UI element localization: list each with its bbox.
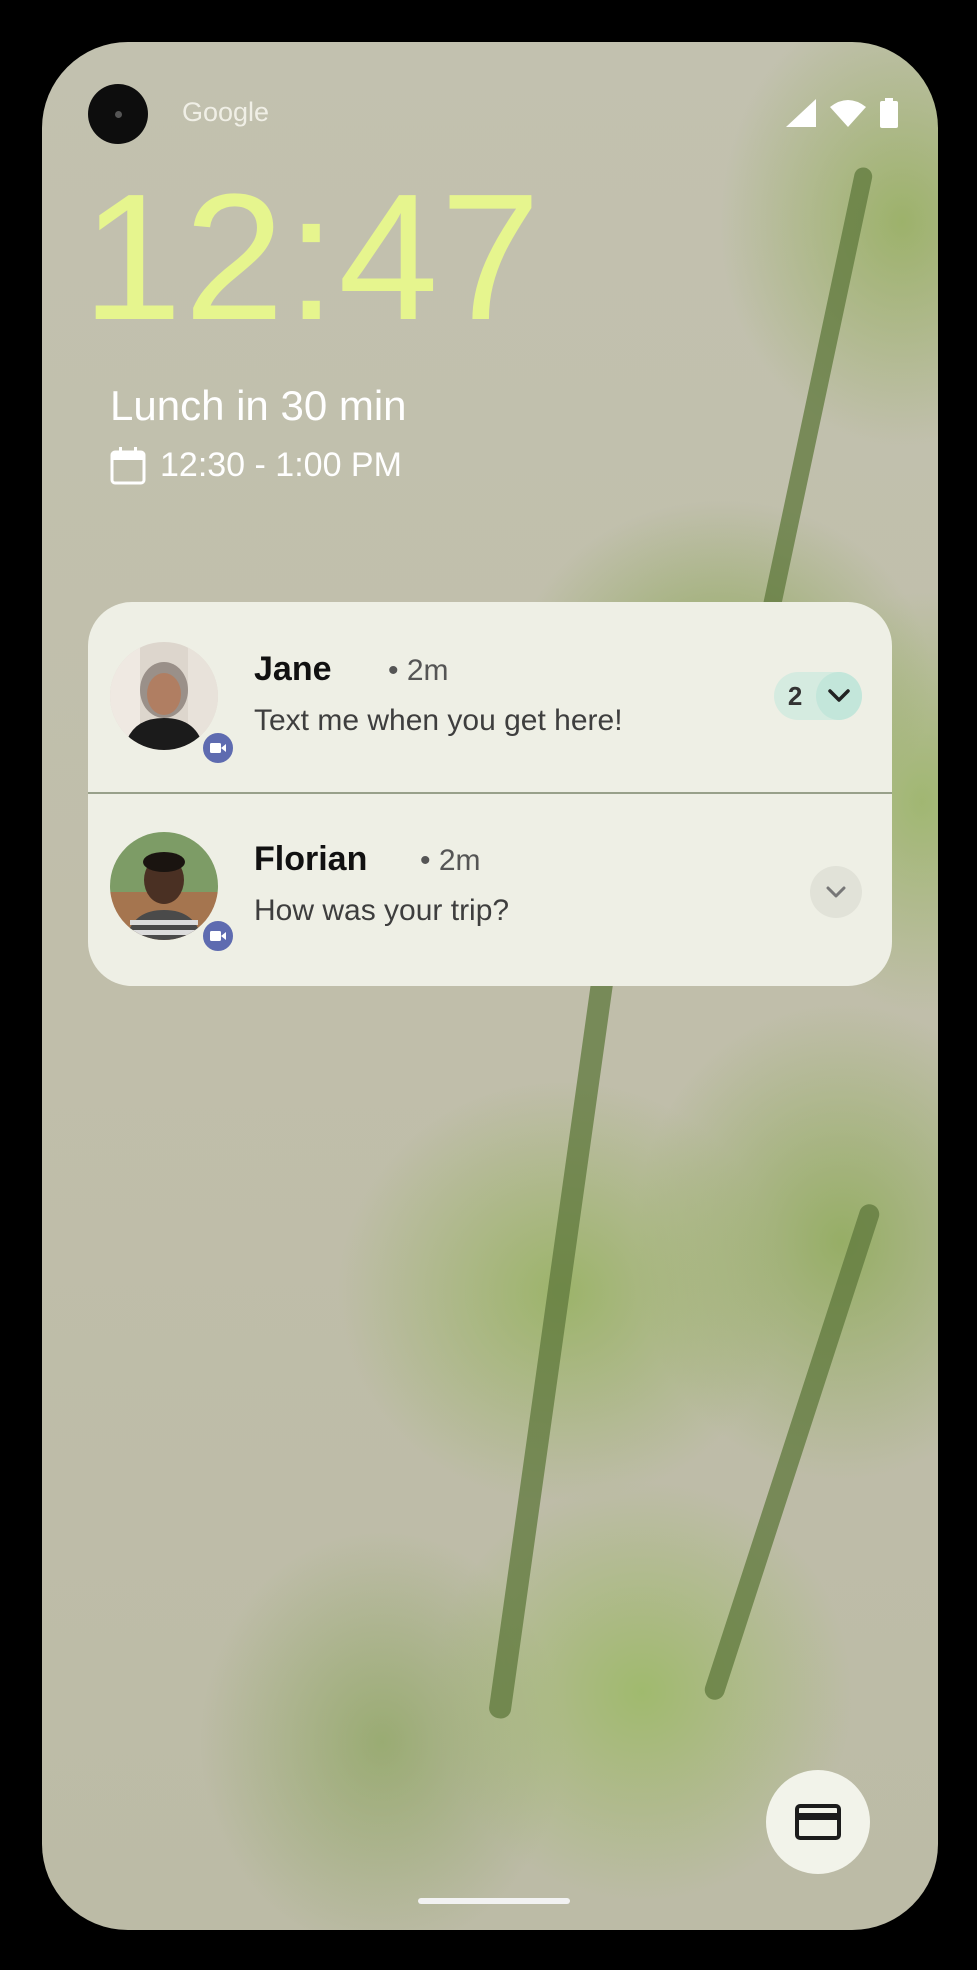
wallpaper-stem bbox=[487, 944, 619, 1720]
notification-time: • 2m bbox=[420, 844, 481, 877]
carrier-name: Google bbox=[182, 97, 270, 127]
credit-card-icon bbox=[795, 1804, 841, 1840]
signal-icon bbox=[786, 99, 816, 127]
notification-message: Text me when you get here! bbox=[254, 704, 623, 737]
status-icons bbox=[786, 98, 898, 128]
wallpaper-stem bbox=[702, 1201, 882, 1703]
home-indicator[interactable] bbox=[418, 1898, 570, 1904]
video-app-badge bbox=[200, 730, 236, 766]
wallet-button[interactable] bbox=[766, 1770, 870, 1874]
message-count: 2 bbox=[787, 680, 803, 711]
event-time-row[interactable]: 12:30 - 1:00 PM bbox=[110, 446, 402, 485]
sender-name: Jane bbox=[254, 650, 332, 688]
video-app-badge bbox=[200, 918, 236, 954]
video-icon bbox=[210, 931, 226, 941]
notification-time: • 2m bbox=[388, 654, 449, 687]
wifi-icon bbox=[830, 100, 866, 127]
battery-icon bbox=[880, 98, 898, 128]
sender-name: Florian bbox=[254, 840, 368, 878]
notification-group: Jane • 2m Text me when you get here! 2 F… bbox=[88, 602, 892, 986]
avatar bbox=[110, 642, 218, 750]
expand-button[interactable] bbox=[810, 866, 862, 918]
chevron-down-icon bbox=[826, 886, 846, 898]
video-icon bbox=[210, 743, 226, 753]
calendar-icon bbox=[110, 446, 146, 484]
avatar bbox=[110, 832, 218, 940]
front-camera bbox=[88, 84, 148, 144]
event-title[interactable]: Lunch in 30 min bbox=[110, 382, 407, 430]
event-time: 12:30 - 1:00 PM bbox=[160, 446, 402, 484]
lock-clock: 12:47 bbox=[82, 157, 543, 358]
notification-florian[interactable]: Florian • 2m How was your trip? bbox=[88, 794, 892, 984]
expand-count-button[interactable]: 2 bbox=[774, 672, 862, 720]
notification-jane[interactable]: Jane • 2m Text me when you get here! 2 bbox=[88, 602, 892, 792]
notification-message: How was your trip? bbox=[254, 894, 510, 927]
lock-screen: Google 12:47 Lunch in 30 min 12:30 - 1:0… bbox=[42, 42, 938, 1930]
chevron-down-icon[interactable] bbox=[816, 672, 862, 720]
